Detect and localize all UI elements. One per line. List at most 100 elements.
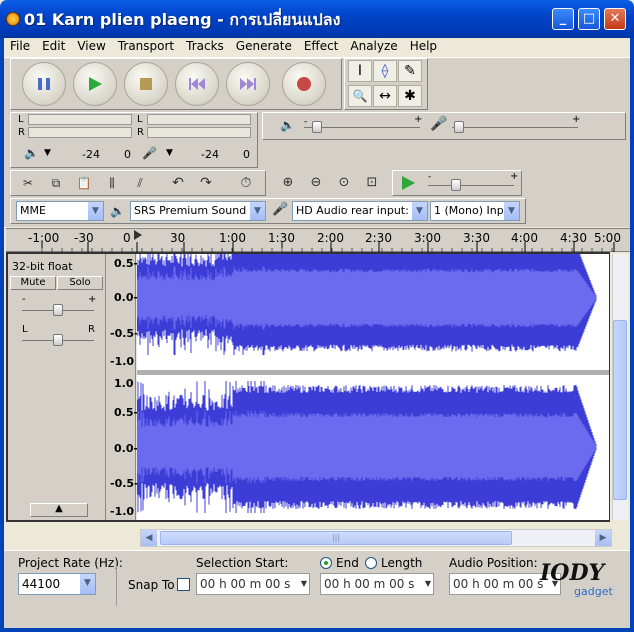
audio-position-value: 00 h 00 m 00 s <box>453 577 544 591</box>
multi-tool[interactable]: ✱ <box>398 85 422 107</box>
chevron-down-icon: ▼ <box>424 579 431 588</box>
meter-out-tick-min: -24 <box>82 148 100 161</box>
menu-transport[interactable]: Transport <box>112 38 180 56</box>
input-volume-track <box>452 127 578 128</box>
output-volume-min: - <box>304 117 308 127</box>
snap-to-checkbox[interactable] <box>177 578 190 591</box>
pause-button[interactable] <box>22 62 66 106</box>
meter-left-label: L <box>18 114 24 125</box>
undo-icon[interactable]: ↶ <box>166 172 190 194</box>
audacity-app-icon <box>6 12 20 26</box>
stop-icon <box>140 78 152 90</box>
scale-bot-1.0: 1.0 <box>114 377 134 390</box>
envelope-tool[interactable]: ⟠ <box>373 60 397 82</box>
menu-help[interactable]: Help <box>404 38 443 56</box>
trim-icon[interactable]: ⫼ <box>100 172 124 194</box>
solo-button[interactable]: Solo <box>57 276 103 290</box>
meter-in-left-label: L <box>137 114 143 125</box>
chevron-down-icon: ▼ <box>411 202 427 220</box>
length-radio[interactable] <box>365 557 377 569</box>
track-format-label: 32-bit float <box>12 260 73 273</box>
snap-to-label: Snap To <box>128 578 175 592</box>
skip-to-end-button[interactable] <box>226 62 270 106</box>
meter-in-tick-min: -24 <box>201 148 219 161</box>
pan-slider[interactable] <box>53 334 63 346</box>
scroll-right-icon[interactable]: ▶ <box>595 530 611 546</box>
timeline-ticks: -1:00 -30 0 30 1:00 1:30 2:00 2:30 3:00 3:30 4:00 4… <box>28 231 621 252</box>
close-button[interactable]: ✕ <box>604 8 626 30</box>
output-meter-menu[interactable]: ▼ <box>44 148 51 158</box>
input-volume-slider[interactable] <box>454 121 464 133</box>
timeline-label: -30 <box>74 231 94 245</box>
paste-icon[interactable]: 📋 <box>72 172 96 194</box>
silence-icon[interactable]: ⫽ <box>128 172 152 194</box>
timeline-label: 3:30 <box>463 231 490 245</box>
mute-button[interactable]: Mute <box>10 276 56 290</box>
menu-bar: File Edit View Transport Tracks Generate… <box>4 38 630 56</box>
output-device-select[interactable]: SRS Premium Sound ▼ <box>130 201 266 221</box>
play-icon <box>89 77 102 91</box>
redo-icon[interactable]: ↷ <box>194 172 218 194</box>
sync-lock-icon[interactable]: ⏱ <box>234 172 258 194</box>
timeline-label: 4:30 <box>560 231 587 245</box>
meter-in-tick-max: 0 <box>243 148 250 161</box>
input-meter-menu[interactable]: ▼ <box>166 148 173 158</box>
speed-slider[interactable] <box>451 179 461 191</box>
timeline-label: 5:00 <box>594 231 621 245</box>
vertical-scroll-thumb[interactable] <box>613 320 627 500</box>
meter-in-right-label: R <box>137 127 144 138</box>
menu-view[interactable]: View <box>71 38 111 56</box>
stop-button[interactable] <box>124 62 168 106</box>
collapse-track-button[interactable]: ▲ <box>30 503 88 517</box>
audio-position-label: Audio Position: <box>449 556 538 570</box>
scroll-left-icon[interactable]: ◀ <box>141 530 157 546</box>
skip-to-start-button[interactable] <box>175 62 219 106</box>
menu-edit[interactable]: Edit <box>36 38 71 56</box>
input-channels-value: 1 (Mono) Inpu <box>434 204 511 217</box>
selection-tool[interactable]: I <box>348 60 372 82</box>
draw-tool[interactable]: ✎ <box>398 60 422 82</box>
fit-selection-icon[interactable]: ⊙ <box>332 172 356 194</box>
play-button[interactable] <box>73 62 117 106</box>
fit-project-icon[interactable]: ⊡ <box>360 172 384 194</box>
gain-slider[interactable] <box>53 304 63 316</box>
waveform[interactable] <box>137 254 609 520</box>
horizontal-scroll-thumb[interactable]: ||| <box>160 531 512 545</box>
zoom-out-icon[interactable]: ⊖ <box>304 172 328 194</box>
zoom-in-icon[interactable]: ⊕ <box>276 172 300 194</box>
speaker-icon-device: 🔈 <box>110 204 125 218</box>
minimize-button[interactable]: _ <box>552 8 574 30</box>
pan-right-label: R <box>88 324 95 335</box>
output-meter-right <box>28 127 132 138</box>
project-rate-select[interactable]: 44100 ▼ <box>18 573 96 595</box>
speed-max: + <box>510 171 519 182</box>
menu-generate[interactable]: Generate <box>230 38 298 56</box>
selection-end-field[interactable]: 00 h 00 m 00 s ▼ <box>320 573 434 595</box>
audio-host-select[interactable]: MME ▼ <box>16 201 104 221</box>
end-label: End <box>336 556 359 570</box>
zoom-tool[interactable]: 🔍 <box>348 85 372 107</box>
selection-start-field[interactable]: 00 h 00 m 00 s ▼ <box>196 573 310 595</box>
end-radio[interactable] <box>320 557 332 569</box>
input-channels-select[interactable]: 1 (Mono) Inpu ▼ <box>430 201 520 221</box>
record-button[interactable] <box>282 62 326 106</box>
scale-bot-0.0: 0.0- <box>114 442 139 455</box>
input-device-value: HD Audio rear input: Fr <box>296 204 423 217</box>
menu-tracks[interactable]: Tracks <box>180 38 230 56</box>
chevron-down-icon: ▼ <box>249 202 265 220</box>
menu-file[interactable]: File <box>4 38 36 56</box>
meter-right-label: R <box>18 127 25 138</box>
timeline-label: 1:00 <box>219 231 246 245</box>
input-device-select[interactable]: HD Audio rear input: Fr ▼ <box>292 201 428 221</box>
time-shift-tool[interactable]: ↔ <box>373 85 397 107</box>
cut-icon[interactable]: ✂ <box>16 172 40 194</box>
play-at-speed-icon[interactable] <box>400 175 416 191</box>
copy-icon[interactable]: ⧉ <box>44 172 68 194</box>
channel-separator <box>137 370 609 375</box>
menu-effect[interactable]: Effect <box>298 38 345 56</box>
output-volume-slider[interactable] <box>312 121 322 133</box>
timeline-label: 2:30 <box>365 231 392 245</box>
meter-out-tick-max: 0 <box>124 148 131 161</box>
menu-analyze[interactable]: Analyze <box>344 38 403 56</box>
maximize-button[interactable]: □ <box>578 8 600 30</box>
